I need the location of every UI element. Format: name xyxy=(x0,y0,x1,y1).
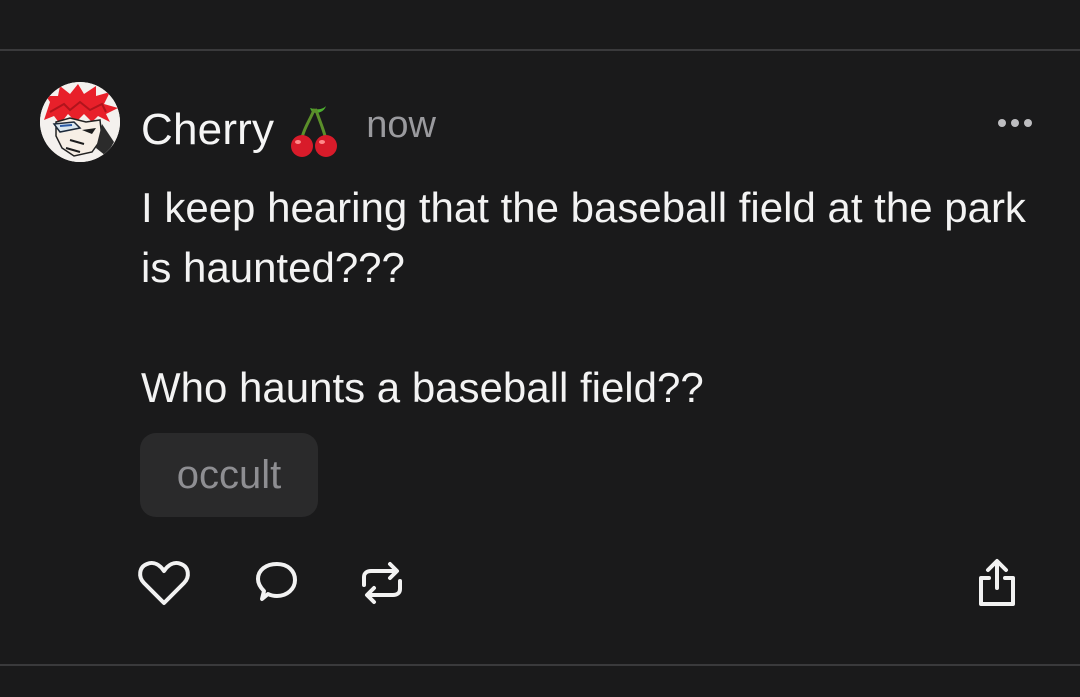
avatar[interactable] xyxy=(40,82,120,162)
reblog-button[interactable] xyxy=(355,556,409,610)
top-divider xyxy=(0,49,1080,51)
username[interactable]: Cherry xyxy=(141,100,274,160)
comment-bubble-icon xyxy=(256,562,297,601)
timestamp: now xyxy=(366,104,436,146)
post-body-paragraph: Who haunts a baseball field?? xyxy=(141,364,704,411)
reblog-icon xyxy=(362,562,402,604)
post-body-paragraph: I keep hearing that the baseball field a… xyxy=(141,184,1026,291)
post-body: I keep hearing that the baseball field a… xyxy=(141,178,1061,418)
comment-button[interactable] xyxy=(249,556,303,610)
tag-occult[interactable]: occult xyxy=(140,433,318,517)
cherry-emoji-icon xyxy=(291,106,338,157)
more-options-icon[interactable] xyxy=(996,114,1034,132)
bottom-divider xyxy=(0,664,1080,666)
share-icon xyxy=(979,559,1015,606)
like-button[interactable] xyxy=(137,556,191,610)
share-button[interactable] xyxy=(970,556,1024,610)
avatar-image xyxy=(40,82,120,162)
heart-icon xyxy=(138,560,190,605)
post-header: Cherry now xyxy=(141,100,436,160)
